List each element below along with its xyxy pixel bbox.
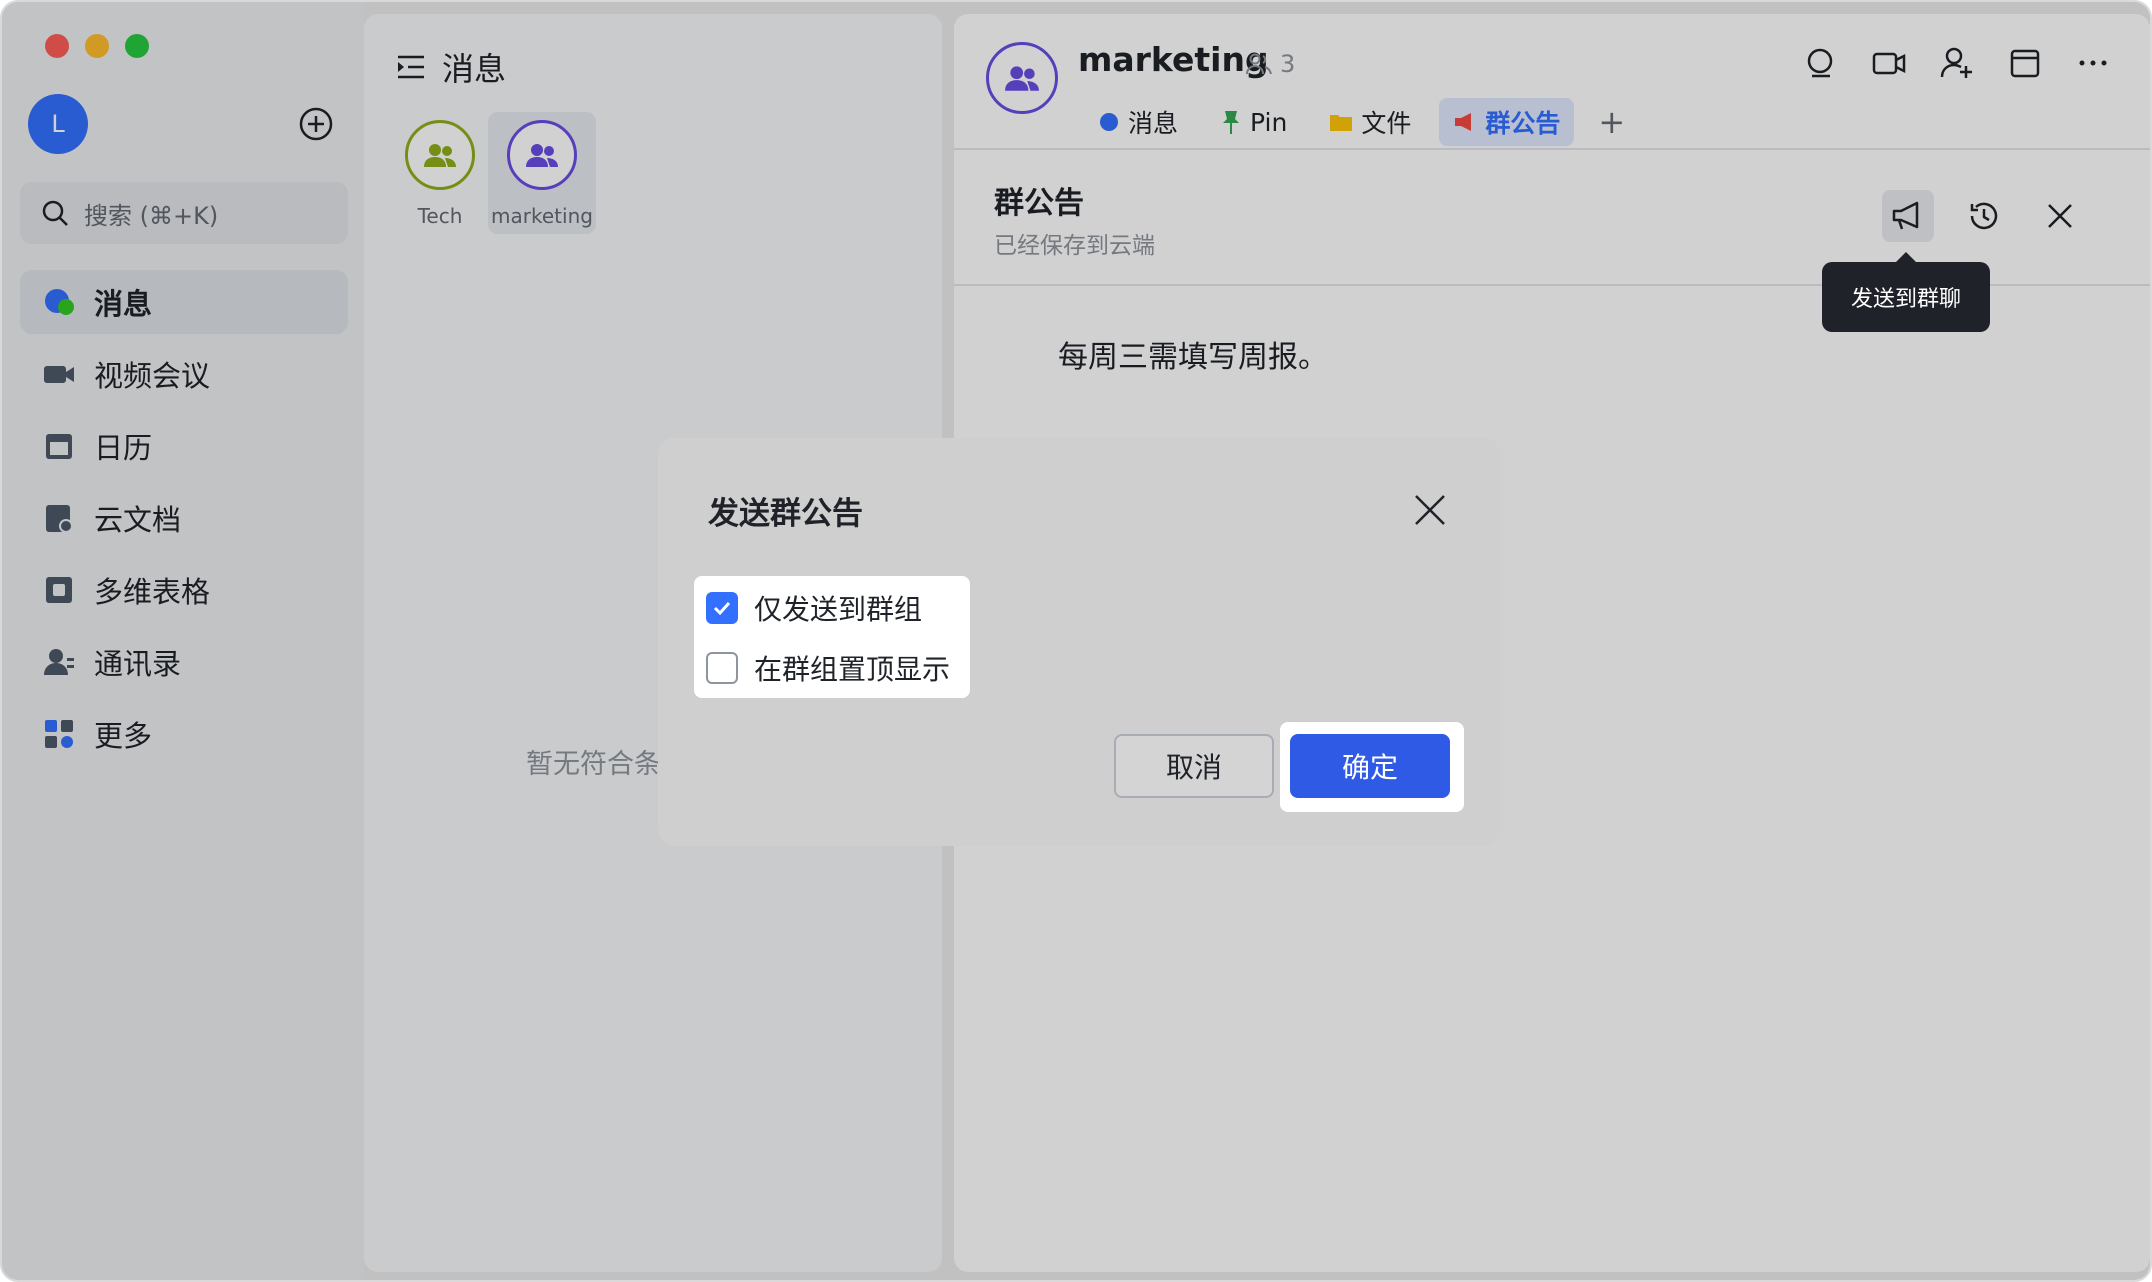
option-send-to-group-only[interactable]: 仅发送到群组 bbox=[706, 588, 922, 628]
close-icon[interactable] bbox=[1410, 490, 1450, 530]
cancel-button[interactable]: 取消 bbox=[1114, 734, 1274, 798]
options-group: 仅发送到群组 在群组置顶显示 bbox=[694, 576, 970, 698]
send-announcement-dialog: 发送群公告 仅发送到群组 在群组置顶显示 取消 确定 bbox=[658, 438, 1500, 846]
option-pin-to-top[interactable]: 在群组置顶显示 bbox=[706, 648, 950, 688]
confirm-highlight: 确定 bbox=[1280, 722, 1464, 812]
checkbox-unchecked[interactable] bbox=[706, 652, 738, 684]
dialog-title: 发送群公告 bbox=[708, 496, 863, 532]
confirm-button[interactable]: 确定 bbox=[1290, 734, 1450, 798]
checkbox-checked[interactable] bbox=[706, 592, 738, 624]
app-window: L 搜索 (⌘+K) 消息 视频会议 日历 云文档 多维表格 通讯录 更多 消息… bbox=[0, 0, 2152, 1282]
check-icon bbox=[713, 601, 731, 616]
tooltip-send-to-chat: 发送到群聊 bbox=[1822, 252, 1990, 332]
